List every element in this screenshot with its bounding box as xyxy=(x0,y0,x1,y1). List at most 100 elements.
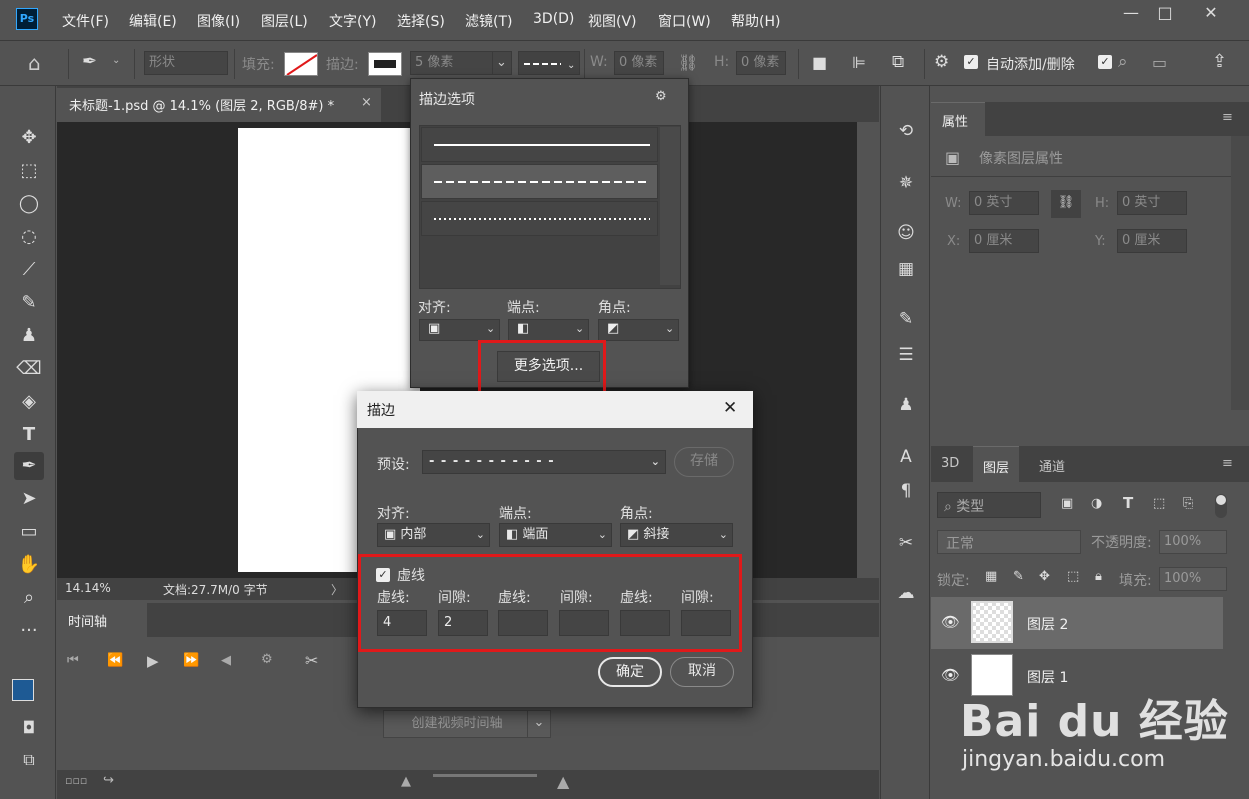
move-tool-icon[interactable]: ✥ xyxy=(14,124,44,152)
stamp-tool-icon[interactable]: ♟ xyxy=(14,322,44,350)
stroke-type-dropdown[interactable]: ⌄ xyxy=(518,51,580,75)
stroke-width-input[interactable]: 5 像素 xyxy=(410,51,494,75)
zoom-level[interactable]: 14.14% xyxy=(65,581,111,595)
close-icon[interactable]: × xyxy=(361,95,372,110)
lock-transparent-icon[interactable]: ▦ xyxy=(985,569,997,584)
zoom-tool-icon[interactable]: ⌕ xyxy=(14,584,44,612)
scissors-icon[interactable]: ✂ xyxy=(305,651,318,670)
lock-pixels-icon[interactable]: ✎ xyxy=(1013,569,1024,584)
properties-tab[interactable]: 属性 xyxy=(931,102,985,136)
menu-layer[interactable]: 图层(L) xyxy=(261,11,308,31)
paint-bucket-tool-icon[interactable]: ◈ xyxy=(14,388,44,416)
menu-window[interactable]: 窗口(W) xyxy=(658,11,711,31)
convert-icon[interactable]: ↪ xyxy=(103,773,114,788)
stroke-type-dotted[interactable] xyxy=(421,201,658,236)
link-dimensions-icon[interactable]: ⛓ xyxy=(1051,190,1081,218)
prop-x-input[interactable]: 0 厘米 xyxy=(969,229,1039,253)
stroke-options-gear-icon[interactable]: ⚙ xyxy=(655,89,667,104)
more-tools-icon[interactable]: ··· xyxy=(14,617,44,645)
eye-icon[interactable]: 👁︎ xyxy=(941,613,960,631)
search-icon[interactable]: ⌕ xyxy=(1118,52,1128,72)
next-frame-icon[interactable]: ⏩ xyxy=(183,653,199,668)
stroke-list-scrollbar[interactable] xyxy=(660,127,680,285)
rectangle-tool-icon[interactable]: ▭ xyxy=(14,518,44,546)
timeline-tab[interactable]: 时间轴 xyxy=(57,603,147,637)
marquee-tool-icon[interactable]: ⬚ xyxy=(14,157,44,185)
paragraph-icon[interactable]: ¶ xyxy=(893,478,919,504)
lock-all-icon[interactable]: 🔒︎ xyxy=(1095,569,1102,584)
path-selection-tool-icon[interactable]: ➤ xyxy=(14,485,44,513)
pen-tool-preset-icon[interactable]: ✒ xyxy=(82,51,97,72)
hand-tool-icon[interactable]: ✋ xyxy=(14,551,44,579)
link-icon[interactable]: ⛓ xyxy=(678,53,698,72)
tab-3d[interactable]: 3D xyxy=(931,446,969,482)
lock-position-icon[interactable]: ✥ xyxy=(1039,569,1050,584)
ok-button[interactable]: 确定 xyxy=(598,657,662,687)
lock-artboard-icon[interactable]: ⬚ xyxy=(1067,569,1079,584)
close-window-button[interactable]: ✕ xyxy=(1192,0,1230,28)
tab-layers[interactable]: 图层 xyxy=(973,446,1020,482)
menu-edit[interactable]: 编辑(E) xyxy=(129,11,177,31)
history-icon[interactable]: ⟲ xyxy=(893,118,919,144)
document-tab[interactable]: 未标题-1.psd @ 14.1% (图层 2, RGB/8#) * × xyxy=(57,88,381,122)
mode-select[interactable]: 形状 xyxy=(144,51,228,75)
filter-type-icon[interactable]: T xyxy=(1123,494,1133,512)
home-icon[interactable]: ⌂ xyxy=(28,51,41,75)
menu-3d[interactable]: 3D(D) xyxy=(533,11,574,27)
character-icon[interactable]: A xyxy=(893,444,919,470)
filter-adjustment-icon[interactable]: ◑ xyxy=(1091,496,1102,511)
menu-type[interactable]: 文字(Y) xyxy=(329,11,376,31)
pen-tool-icon[interactable]: ✒ xyxy=(14,452,44,480)
width-input[interactable]: 0 像素 xyxy=(614,51,664,75)
timeline-settings-icon[interactable]: ⚙ xyxy=(261,652,273,667)
frame-view-icon[interactable]: ▫▫▫ xyxy=(65,774,87,787)
save-preset-button[interactable]: 存储 xyxy=(674,447,734,477)
fill-swatch[interactable] xyxy=(284,52,318,76)
layer-row-layer-2[interactable]: 👁︎ 图层 2 xyxy=(931,597,1223,649)
prop-w-input[interactable]: 0 英寸 xyxy=(969,191,1039,215)
stroke-swatch[interactable] xyxy=(368,52,402,76)
filter-shape-icon[interactable]: ⬚ xyxy=(1153,496,1165,511)
eraser-tool-icon[interactable]: ⌫ xyxy=(14,355,44,383)
auto-add-delete-checkbox[interactable]: ✓ xyxy=(964,55,978,69)
navigator-icon[interactable]: ✵ xyxy=(893,170,919,196)
blend-mode-select[interactable]: 正常 xyxy=(937,530,1081,554)
foreground-color-swatch[interactable] xyxy=(12,679,34,701)
brush-settings-icon[interactable]: ✎ xyxy=(893,306,919,332)
dialog-caps-dropdown[interactable]: ◧ 端面 ⌄ xyxy=(499,523,612,547)
swatches-icon[interactable]: ▦ xyxy=(893,256,919,282)
prop-y-input[interactable]: 0 厘米 xyxy=(1117,229,1187,253)
workspace-icon[interactable]: ▭ xyxy=(1152,53,1167,72)
menu-help[interactable]: 帮助(H) xyxy=(731,11,780,31)
filter-pixel-icon[interactable]: ▣ xyxy=(1061,496,1073,511)
popup-corners-dropdown[interactable]: ◩ ⌄ xyxy=(598,319,679,341)
vertical-scrollbar[interactable] xyxy=(857,122,879,578)
tool-presets-icon[interactable]: ✂ xyxy=(893,530,919,556)
dialog-close-icon[interactable]: ✕ xyxy=(723,398,737,418)
path-operations-icon[interactable]: ■ xyxy=(812,53,827,72)
maximize-button[interactable]: □ xyxy=(1146,0,1184,28)
path-alignment-icon[interactable]: ⊫ xyxy=(852,53,866,72)
cancel-button[interactable]: 取消 xyxy=(670,657,734,687)
zoom-slider[interactable] xyxy=(433,774,537,777)
menu-filter[interactable]: 滤镜(T) xyxy=(465,11,512,31)
align-edges-checkbox[interactable]: ✓ xyxy=(1098,55,1112,69)
quick-select-tool-icon[interactable]: ◌ xyxy=(14,223,44,251)
color-palette-icon[interactable]: ☺ xyxy=(893,220,919,246)
popup-align-dropdown[interactable]: ▣ ⌄ xyxy=(419,319,500,341)
brush-tool-icon[interactable]: ✎ xyxy=(14,289,44,317)
menu-select[interactable]: 选择(S) xyxy=(397,11,445,31)
dialog-corners-dropdown[interactable]: ◩ 斜接 ⌄ xyxy=(620,523,733,547)
stroke-type-solid[interactable] xyxy=(421,127,658,162)
menu-view[interactable]: 视图(V) xyxy=(588,11,637,31)
audio-icon[interactable]: ◀ xyxy=(221,653,231,668)
zoom-in-icon[interactable]: ▲ xyxy=(557,772,569,791)
preset-dropdown[interactable]: - - - - - - - - - - - ⌄ xyxy=(422,450,666,474)
adjustments-icon[interactable]: ☰ xyxy=(893,342,919,368)
quick-mask-icon[interactable]: ◘ xyxy=(14,714,44,742)
gear-icon[interactable]: ⚙ xyxy=(934,52,949,72)
minimize-button[interactable]: — xyxy=(1112,0,1150,28)
status-arrow-icon[interactable]: 〉 xyxy=(331,581,343,598)
prop-h-input[interactable]: 0 英寸 xyxy=(1117,191,1187,215)
tab-channels[interactable]: 通道 xyxy=(1029,446,1075,482)
